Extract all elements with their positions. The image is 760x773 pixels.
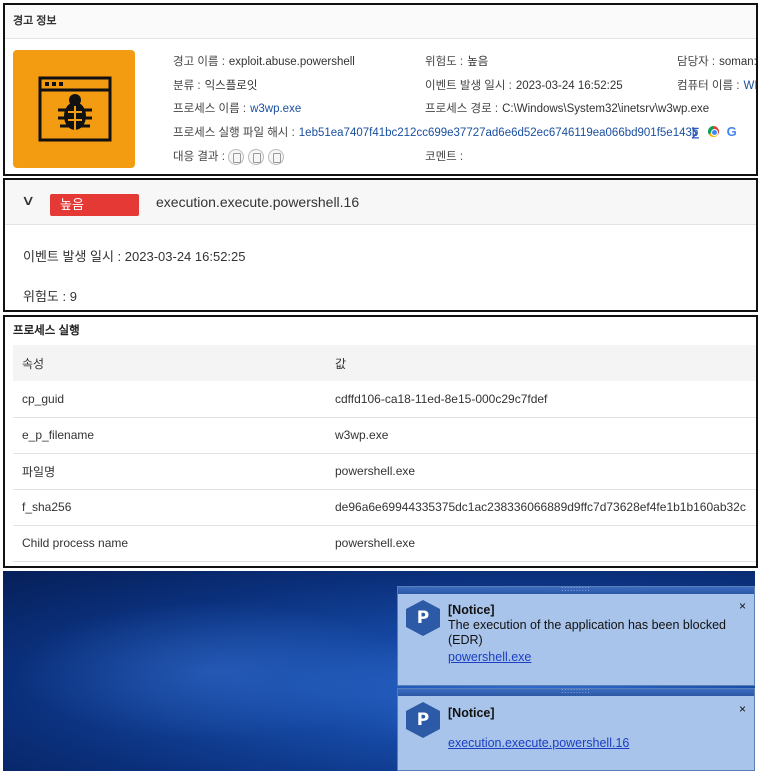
detection-risk: 위험도 : 9 (23, 289, 77, 304)
comment-label: 코멘트 : (425, 151, 464, 163)
document-icon[interactable] (228, 148, 245, 165)
table-cell-value: de96a6e69944335375dc1ac238336066889d9ffc… (326, 489, 756, 526)
table-cell-attribute: Child process name (13, 525, 326, 562)
desktop-glow (13, 601, 413, 741)
category-field: 분류 : 익스플로잇 (173, 77, 257, 93)
detection-event-time: 이벤트 발생 일시 : 2023-03-24 16:52:25 (23, 249, 246, 264)
process-path-value: C:\Windows\System32\inetsrv\w3wp.exe (502, 103, 710, 115)
table-cell-attribute: cp_guid (13, 381, 326, 418)
notification-popup[interactable]: :::::::::: P [Notice] execution.execute.… (397, 688, 755, 771)
table-row: cp_guid cdffd106-ca18-11ed-8e15-000c29c7… (13, 381, 756, 418)
rule-name: execution.execute.powershell.16 (156, 194, 360, 210)
app-shield-icon: P (406, 600, 440, 636)
app-shield-icon: P (406, 702, 440, 738)
alert-name-field: 경고 이름 : exploit.abuse.powershell (173, 53, 355, 69)
category-label: 분류 : (173, 80, 201, 92)
assignee-value: soman: (719, 56, 757, 68)
detection-panel: ∨ 높음 execution.execute.powershell.16 이벤트… (3, 178, 758, 312)
response-label: 대응 결과 : (173, 151, 225, 163)
table-cell-attribute: f_sha256 (13, 489, 326, 526)
process-hash-field: 프로세스 실행 파일 해시 : 1eb51ea7407f41bc212cc699e… (173, 124, 698, 140)
alert-thumbnail (13, 50, 135, 168)
column-header-attribute: 속성 (13, 345, 326, 381)
table-cell-value: powershell.exe (326, 453, 756, 490)
table-cell-value: cdffd106-ca18-11ed-8e15-000c29c7fdef (326, 381, 756, 418)
process-name-field: 프로세스 이름 : w3wp.exe (173, 100, 301, 116)
google-icon[interactable]: G (727, 124, 737, 139)
process-name-link[interactable]: w3wp.exe (250, 103, 301, 115)
computer-field: 컴퓨터 이름 : WI (677, 77, 757, 93)
computer-label: 컴퓨터 이름 : (677, 80, 740, 92)
event-time-value: 2023-03-24 16:52:25 (515, 80, 623, 92)
severity-badge: 높음 (50, 194, 139, 216)
notification-message: The execution of the application has bee… (448, 618, 726, 647)
table-row: e_p_filename w3wp.exe (13, 417, 756, 454)
chrome-icon[interactable] (707, 126, 719, 138)
detection-header[interactable]: ∨ 높음 execution.execute.powershell.16 (5, 180, 756, 225)
desktop-background: :::::::::: P [Notice] The execution of t… (3, 571, 755, 771)
notification-title: [Notice] (448, 706, 495, 720)
table-row: 파일명 powershell.exe (13, 453, 756, 490)
process-exec-table: 속성 값 cp_guid cdffd106-ca18-11ed-8e15-000… (13, 345, 756, 562)
category-value: 익스플로잇 (204, 80, 258, 92)
notification-popup[interactable]: :::::::::: P [Notice] The execution of t… (397, 586, 755, 686)
alert-info-panel: 경고 정보 경고 이름 : exploit.abuse.powershell 위험… (3, 3, 758, 176)
chevron-down-icon[interactable]: ∨ (21, 192, 35, 209)
table-row: Child process name powershell.exe (13, 525, 756, 562)
drag-handle[interactable]: :::::::::: (398, 688, 754, 696)
notification-title: [Notice] (448, 603, 495, 617)
alert-name-value: exploit.abuse.powershell (228, 56, 355, 68)
close-icon[interactable]: × (739, 702, 746, 716)
response-field: 대응 결과 : (173, 148, 288, 165)
event-time-label: 이벤트 발생 일시 : (425, 80, 512, 92)
drag-handle[interactable]: :::::::::: (398, 586, 754, 594)
process-path-field: 프로세스 경로 : C:\Windows\System32\inetsrv\w3w… (425, 100, 709, 116)
table-cell-attribute: 파일명 (13, 453, 326, 490)
process-hash-link[interactable]: 1eb51ea7407f41bc212cc699e37727ad6e6d52ec… (299, 127, 699, 139)
monitor-icon[interactable] (248, 148, 265, 165)
notification-link[interactable]: powershell.exe (448, 650, 531, 664)
settings-icon[interactable] (268, 148, 285, 165)
bug-window-icon (38, 76, 112, 142)
severity-value: 높음 (467, 56, 489, 68)
severity-label: 위험도 : (425, 56, 464, 68)
process-exec-title: 프로세스 실행 (13, 325, 80, 337)
table-cell-attribute: e_p_filename (13, 417, 326, 454)
sigma-icon[interactable]: ∑ (691, 125, 700, 139)
close-icon[interactable]: × (739, 599, 746, 613)
process-name-label: 프로세스 이름 : (173, 103, 247, 115)
process-exec-panel: 프로세스 실행 속성 값 cp_guid cdffd106-ca18-11ed-… (3, 315, 758, 568)
alert-info-title: 경고 정보 (5, 5, 756, 39)
table-header-row: 속성 값 (13, 345, 756, 381)
event-time-field: 이벤트 발생 일시 :2023-03-24 16:52:25 (425, 77, 623, 93)
severity-field: 위험도 : 높음 (425, 53, 488, 69)
table-cell-value: w3wp.exe (326, 417, 756, 454)
computer-link[interactable]: WI (744, 80, 757, 92)
assignee-field: 담당자 : soman: (677, 53, 757, 69)
comment-field: 코멘트 : (425, 148, 463, 164)
table-row: f_sha256 de96a6e69944335375dc1ac23833606… (13, 489, 756, 526)
process-hash-label: 프로세스 실행 파일 해시 : (173, 127, 295, 139)
column-header-value: 값 (326, 345, 756, 381)
notification-link[interactable]: execution.execute.powershell.16 (448, 736, 629, 750)
table-cell-value: powershell.exe (326, 525, 756, 562)
process-path-label: 프로세스 경로 : (425, 103, 499, 115)
alert-name-label: 경고 이름 : (173, 56, 225, 68)
assignee-label: 담당자 : (677, 56, 716, 68)
hash-lookup-icons: ∑ G (691, 124, 745, 139)
